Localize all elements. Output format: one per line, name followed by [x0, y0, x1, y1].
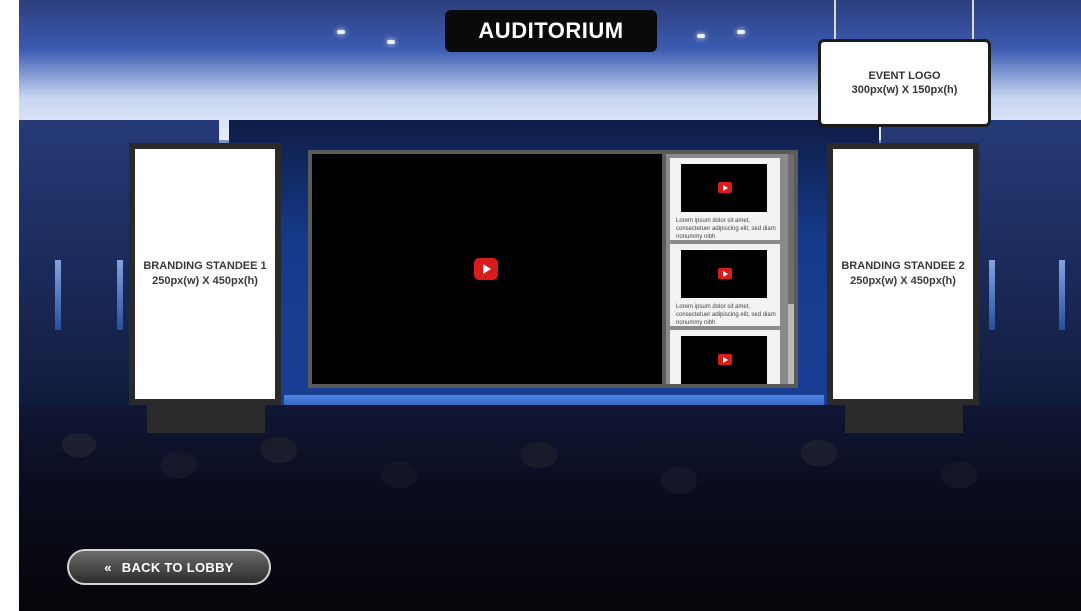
play-icon [718, 354, 732, 365]
wall-light [989, 260, 995, 330]
playlist-item[interactable]: Lorem ipsum dolor sit amet, consectetuer… [670, 244, 780, 326]
event-logo-placeholder[interactable]: EVENT LOGO 300px(w) X 150px(h) [818, 39, 991, 127]
logo-hanger [972, 0, 974, 42]
page-title: AUDITORIUM [478, 18, 624, 43]
double-chevron-left-icon: « [104, 559, 112, 575]
standee-base [845, 405, 963, 433]
video-thumbnail[interactable] [681, 336, 767, 384]
play-icon [718, 268, 732, 279]
back-to-lobby-button[interactable]: « BACK TO LOBBY [67, 549, 271, 585]
back-to-lobby-label: BACK TO LOBBY [121, 559, 234, 575]
title-plate: AUDITORIUM [445, 10, 657, 52]
logo-hanger [834, 0, 836, 42]
auditorium-scene: AUDITORIUM EVENT LOGO 300px(w) X 150px(h… [19, 0, 1081, 611]
stage-screen: Lorem ipsum dolor sit amet, consectetuer… [308, 150, 798, 388]
video-description: Lorem ipsum dolor sit amet, consectetuer… [676, 218, 776, 240]
wall-light [55, 260, 61, 330]
playlist-scrollbar[interactable] [788, 154, 794, 384]
wall-light [1059, 260, 1065, 330]
standee-1-size: 250px(w) X 450px(h) [152, 275, 258, 287]
event-logo-label: EVENT LOGO [868, 70, 941, 82]
play-icon [718, 182, 732, 193]
scrollbar-thumb[interactable] [788, 154, 794, 304]
video-thumbnail[interactable] [681, 164, 767, 212]
standee-1-label: BRANDING STANDEE 1 [143, 260, 267, 272]
branding-standee-2[interactable]: BRANDING STANDEE 2 250px(w) X 450px(h) [827, 143, 979, 405]
video-playlist[interactable]: Lorem ipsum dolor sit amet, consectetuer… [666, 154, 788, 384]
play-icon[interactable] [474, 258, 498, 280]
event-logo-size: 300px(w) X 150px(h) [851, 84, 958, 96]
playlist-item[interactable]: Lorem ipsum dolor sit amet, consectetuer… [670, 158, 780, 240]
wall-light [117, 260, 123, 330]
standee-2-label: BRANDING STANDEE 2 [841, 260, 965, 272]
playlist-item[interactable] [670, 330, 780, 384]
standee-2-size: 250px(w) X 450px(h) [850, 275, 956, 287]
main-video-player[interactable] [312, 154, 662, 384]
standee-base [147, 405, 265, 433]
video-description: Lorem ipsum dolor sit amet, consectetuer… [676, 304, 776, 326]
video-thumbnail[interactable] [681, 250, 767, 298]
branding-standee-1[interactable]: BRANDING STANDEE 1 250px(w) X 450px(h) [129, 143, 281, 405]
